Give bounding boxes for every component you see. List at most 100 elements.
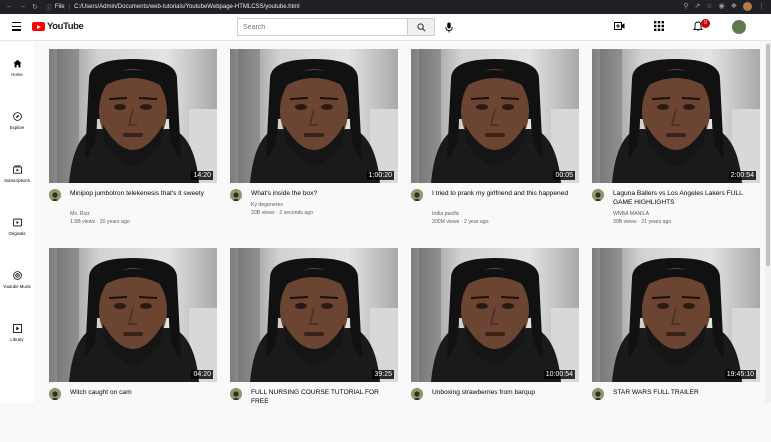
channel-avatar[interactable] — [592, 388, 604, 400]
scrollbar-thumb[interactable] — [766, 44, 770, 266]
search-button[interactable] — [407, 18, 435, 36]
share-icon[interactable]: ↗ — [694, 2, 700, 11]
video-duration: 10:00:54 — [543, 370, 575, 379]
video-thumbnail[interactable]: 14:20 — [49, 49, 217, 183]
view-count: 20B views — [251, 210, 275, 216]
profile-avatar[interactable] — [743, 2, 752, 11]
hamburger-menu-icon[interactable] — [12, 22, 21, 31]
sidebar-item-label: Home — [11, 72, 23, 77]
sidebar-item-originals[interactable]: Originals — [0, 218, 34, 236]
video-thumbnail-image — [411, 248, 579, 382]
video-duration: 19:45:10 — [724, 370, 756, 379]
video-duration: 00:05 — [553, 171, 575, 180]
video-thumbnail[interactable]: 1:00:20 — [230, 49, 398, 183]
channel-name[interactable]: India pacific — [432, 211, 459, 217]
back-icon[interactable]: ← — [6, 3, 13, 11]
video-stats: 30B views · 21 years ago — [613, 219, 671, 225]
subscriptions-icon — [12, 165, 22, 174]
notification-badge: 9 — [701, 19, 710, 28]
video-card[interactable]: 00:05 I tried to prank my girlfriend and… — [411, 49, 579, 243]
channel-avatar-image — [411, 389, 423, 400]
video-duration: 04:20 — [191, 370, 213, 379]
apps-grid-icon[interactable] — [654, 21, 664, 31]
site-info-icon[interactable]: ⓘ — [46, 3, 52, 12]
star-icon[interactable]: ☆ — [706, 2, 712, 11]
youtube-logo[interactable]: YouTube — [32, 21, 84, 32]
sidebar-item-label: Subscriptions — [4, 178, 30, 183]
video-title[interactable]: What's inside the box? — [251, 189, 391, 198]
video-thumbnail-image — [230, 248, 398, 382]
video-title[interactable]: I tried to prank my girlfriend and this … — [432, 189, 572, 198]
sidebar-item-youtube-music[interactable]: Youtube Music — [0, 271, 34, 289]
video-duration: 14:20 — [191, 171, 213, 180]
video-title[interactable]: Unboxing strawberries from barqup — [432, 388, 572, 397]
sidebar-item-subscriptions[interactable]: Subscriptions — [0, 165, 34, 183]
scrollbar[interactable] — [765, 42, 771, 403]
channel-avatar[interactable] — [49, 189, 61, 201]
video-title[interactable]: Laguna Ballers vs Los Angeles Lakers FUL… — [613, 189, 753, 207]
address-bar[interactable]: C:/Users/Admin/Documents/web-tutorials/Y… — [74, 4, 299, 10]
channel-avatar-image — [230, 190, 242, 201]
video-thumbnail[interactable]: 39:25 — [230, 248, 398, 382]
info-label: File — [54, 4, 65, 10]
view-count: 200M views — [432, 219, 460, 225]
channel-name[interactable]: WNBA MANILA — [613, 211, 649, 217]
logo-text: YouTube — [47, 21, 84, 32]
video-thumbnail-image — [49, 49, 217, 183]
video-thumbnail-image — [592, 49, 760, 183]
video-card[interactable]: 10:00:54 Unboxing strawberries from barq… — [411, 248, 579, 442]
video-thumbnail-image — [49, 248, 217, 382]
video-details: I tried to prank my girlfriend and this … — [411, 183, 579, 243]
video-details: FULL NURSING COURSE TUTORIAL FOR FREE — [230, 382, 398, 442]
video-title[interactable]: FULL NURSING COURSE TUTORIAL FOR FREE — [251, 388, 391, 406]
channel-avatar[interactable] — [230, 189, 242, 201]
channel-avatar[interactable] — [230, 388, 242, 400]
puzzle-icon[interactable]: ❖ — [731, 2, 737, 11]
channel-name[interactable]: Ky degeneres — [251, 202, 283, 208]
reload-icon[interactable]: ↻ — [32, 3, 38, 11]
video-card[interactable]: 39:25 FULL NURSING COURSE TUTORIAL FOR F… — [230, 248, 398, 442]
menu-icon[interactable]: ⋮ — [758, 2, 765, 11]
video-thumbnail[interactable]: 00:05 — [411, 49, 579, 183]
originals-icon — [12, 218, 22, 227]
video-card[interactable]: 14:20 Minipop jumbotron telekenesis that… — [49, 49, 217, 243]
create-video-icon[interactable] — [614, 21, 625, 31]
sidebar-item-explore[interactable]: Explore — [0, 112, 34, 130]
upload-age: 2 seconds ago — [279, 210, 314, 216]
channel-avatar[interactable] — [411, 388, 423, 400]
account-avatar[interactable] — [732, 20, 746, 34]
forward-icon[interactable]: → — [19, 3, 26, 11]
video-thumbnail[interactable]: 10:00:54 — [411, 248, 579, 382]
video-card[interactable]: 04:20 Witch caught on cam — [49, 248, 217, 442]
channel-avatar-image — [592, 190, 604, 201]
video-card[interactable]: 1:00:20 What's inside the box? Ky degene… — [230, 49, 398, 243]
zoom-icon[interactable]: ⚲ — [683, 2, 688, 11]
channel-avatar[interactable] — [411, 189, 423, 201]
library-icon — [12, 324, 22, 333]
video-thumbnail[interactable]: 04:20 — [49, 248, 217, 382]
video-title[interactable]: Witch caught on cam — [70, 388, 210, 397]
masthead: YouTube — [0, 14, 771, 41]
search-input[interactable] — [237, 18, 408, 36]
sidebar-item-library[interactable]: Library — [0, 324, 34, 342]
sidebar-item-label: Library — [10, 337, 24, 342]
channel-name[interactable]: Ms. Rizz — [70, 211, 90, 217]
video-stats: 1.5B views · 20 years ago — [70, 219, 130, 225]
channel-avatar[interactable] — [49, 388, 61, 400]
sidebar-item-label: Originals — [8, 231, 26, 236]
video-card[interactable]: 19:45:10 STAR WARS FULL TRAILER — [592, 248, 760, 442]
video-details: Laguna Ballers vs Los Angeles Lakers FUL… — [592, 183, 760, 243]
sidebar-item-label: Explore — [9, 125, 25, 130]
video-thumbnail[interactable]: 19:45:10 — [592, 248, 760, 382]
video-card[interactable]: 2:00:54 Laguna Ballers vs Los Angeles La… — [592, 49, 760, 243]
search-icon — [416, 22, 425, 31]
video-title[interactable]: Minipop jumbotron telekenesis that's it … — [70, 189, 210, 198]
video-thumbnail[interactable]: 2:00:54 — [592, 49, 760, 183]
channel-avatar[interactable] — [592, 189, 604, 201]
extension-icon[interactable]: ◉ — [719, 2, 725, 11]
video-title[interactable]: STAR WARS FULL TRAILER — [613, 388, 753, 397]
video-thumbnail-image — [592, 248, 760, 382]
microphone-icon[interactable] — [444, 22, 454, 33]
sidebar-item-home[interactable]: Home — [0, 59, 34, 77]
video-stats: 20B views · 2 seconds ago — [251, 210, 313, 216]
